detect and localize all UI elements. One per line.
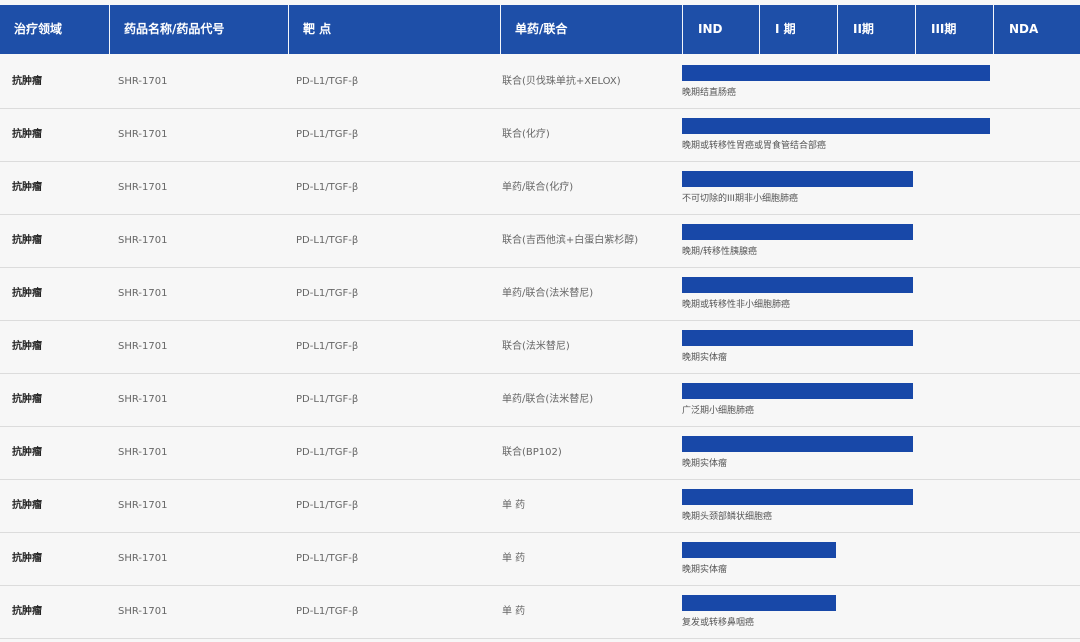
- header-phase-1: I 期: [775, 22, 796, 36]
- treatment-mode: 单药/联合(法米替尼): [502, 394, 594, 405]
- indication-label: 晚期或转移性非小细胞肺癌: [682, 300, 791, 310]
- header-target: 靶 点: [303, 22, 332, 36]
- drug-target: PD-L1/TGF-β: [296, 235, 359, 246]
- indication-label: 不可切除的III期非小细胞肺癌: [682, 194, 798, 204]
- drug-target: PD-L1/TGF-β: [296, 129, 359, 140]
- table-header: 治疗领域 药品名称/药品代号 靶 点 单药/联合 IND I 期 II期 III…: [0, 5, 1080, 54]
- drug-code: SHR-1701: [118, 500, 168, 511]
- drug-target: PD-L1/TGF-β: [296, 606, 359, 617]
- indication-label: 晚期实体瘤: [682, 565, 728, 575]
- treatment-mode: 联合(BP102): [502, 447, 562, 458]
- treatment-mode: 联合(吉西他滨+白蛋白紫杉醇): [502, 235, 639, 246]
- drug-code: SHR-1701: [118, 182, 168, 193]
- therapeutic-area: 抗肿瘤: [12, 606, 42, 617]
- drug-code: SHR-1701: [118, 553, 168, 564]
- progress-bar: [682, 489, 913, 505]
- header-phase-nda: NDA: [1009, 22, 1039, 36]
- drug-code: SHR-1701: [118, 235, 168, 246]
- indication-label: 晚期或转移性胃癌或胃食管结合部癌: [682, 141, 827, 151]
- drug-target: PD-L1/TGF-β: [296, 182, 359, 193]
- indication-label: 晚期结直肠癌: [682, 88, 737, 98]
- table-row: 抗肿瘤 SHR-1701 PD-L1/TGF-β 单药/联合(化疗) 不可切除的III期…: [0, 162, 1080, 215]
- indication-label: 广泛期小细胞肺癌: [682, 406, 755, 416]
- progress-bar: [682, 436, 913, 452]
- header-phase-2: II期: [853, 22, 874, 36]
- progress-bar: [682, 118, 990, 134]
- table-row: 抗肿瘤 SHR-1701 PD-L1/TGF-β 单 药复发或转移鼻咽癌: [0, 586, 1080, 639]
- table-row: 抗肿瘤 SHR-1701 PD-L1/TGF-β 联合(法米替尼) 晚期实体瘤: [0, 321, 1080, 374]
- treatment-mode: 联合(化疗): [502, 129, 550, 140]
- progress-bar: [682, 542, 836, 558]
- therapeutic-area: 抗肿瘤: [12, 235, 42, 246]
- header-drug: 药品名称/药品代号: [124, 22, 225, 36]
- therapeutic-area: 抗肿瘤: [12, 447, 42, 458]
- table-row: 抗肿瘤 SHR-1701 PD-L1/TGF-β 联合(BP102) 晚期实体瘤: [0, 427, 1080, 480]
- treatment-mode: 单药/联合(化疗): [502, 182, 574, 193]
- drug-code: SHR-1701: [118, 288, 168, 299]
- table-row: 抗肿瘤 SHR-1701 PD-L1/TGF-β 联合(化疗) 晚期或转移性胃癌或胃食管…: [0, 109, 1080, 162]
- treatment-mode: 单药/联合(法米替尼): [502, 288, 594, 299]
- header-phase-ind: IND: [698, 22, 723, 36]
- drug-code: SHR-1701: [118, 76, 168, 87]
- drug-target: PD-L1/TGF-β: [296, 447, 359, 458]
- therapeutic-area: 抗肿瘤: [12, 341, 42, 352]
- drug-code: SHR-1701: [118, 129, 168, 140]
- treatment-mode: 单 药: [502, 606, 526, 617]
- progress-bar: [682, 383, 913, 399]
- drug-target: PD-L1/TGF-β: [296, 553, 359, 564]
- therapeutic-area: 抗肿瘤: [12, 500, 42, 511]
- indication-label: 晚期实体瘤: [682, 353, 728, 363]
- progress-bar: [682, 595, 836, 611]
- drug-code: SHR-1701: [118, 606, 168, 617]
- drug-code: SHR-1701: [118, 394, 168, 405]
- progress-bar: [682, 224, 913, 240]
- drug-target: PD-L1/TGF-β: [296, 394, 359, 405]
- table-body: 抗肿瘤 SHR-1701 PD-L1/TGF-β 联合(贝伐珠单抗+XELOX) 晚期结…: [0, 56, 1080, 639]
- table-row: 抗肿瘤 SHR-1701 PD-L1/TGF-β 单药/联合(法米替尼) 广泛期小细胞肺…: [0, 374, 1080, 427]
- indication-label: 复发或转移鼻咽癌: [682, 618, 755, 628]
- drug-target: PD-L1/TGF-β: [296, 288, 359, 299]
- table-row: 抗肿瘤 SHR-1701 PD-L1/TGF-β 单 药晚期头颈部鳞状细胞癌: [0, 480, 1080, 533]
- indication-label: 晚期头颈部鳞状细胞癌: [682, 512, 773, 522]
- header-mode: 单药/联合: [515, 22, 568, 36]
- treatment-mode: 单 药: [502, 500, 526, 511]
- table-row: 抗肿瘤 SHR-1701 PD-L1/TGF-β 单药/联合(法米替尼) 晚期或转移性非…: [0, 268, 1080, 321]
- drug-code: SHR-1701: [118, 447, 168, 458]
- therapeutic-area: 抗肿瘤: [12, 182, 42, 193]
- therapeutic-area: 抗肿瘤: [12, 553, 42, 564]
- therapeutic-area: 抗肿瘤: [12, 76, 42, 87]
- therapeutic-area: 抗肿瘤: [12, 129, 42, 140]
- indication-label: 晚期/转移性胰腺癌: [682, 247, 758, 257]
- drug-target: PD-L1/TGF-β: [296, 341, 359, 352]
- header-phase-3: III期: [931, 22, 957, 36]
- table-row: 抗肿瘤 SHR-1701 PD-L1/TGF-β 联合(贝伐珠单抗+XELOX) 晚期结…: [0, 56, 1080, 109]
- progress-bar: [682, 330, 913, 346]
- header-area: 治疗领域: [14, 22, 63, 36]
- therapeutic-area: 抗肿瘤: [12, 394, 42, 405]
- progress-bar: [682, 277, 913, 293]
- drug-target: PD-L1/TGF-β: [296, 76, 359, 87]
- progress-bar: [682, 65, 990, 81]
- therapeutic-area: 抗肿瘤: [12, 288, 42, 299]
- progress-bar: [682, 171, 913, 187]
- treatment-mode: 单 药: [502, 553, 526, 564]
- table-row: 抗肿瘤 SHR-1701 PD-L1/TGF-β 联合(吉西他滨+白蛋白紫杉醇) 晚期/…: [0, 215, 1080, 268]
- pipeline-table: 治疗领域 药品名称/药品代号 靶 点 单药/联合 IND I 期 II期 III…: [0, 0, 1080, 642]
- drug-target: PD-L1/TGF-β: [296, 500, 359, 511]
- treatment-mode: 联合(贝伐珠单抗+XELOX): [502, 76, 621, 87]
- treatment-mode: 联合(法米替尼): [502, 341, 570, 352]
- table-row: 抗肿瘤 SHR-1701 PD-L1/TGF-β 单 药晚期实体瘤: [0, 533, 1080, 586]
- indication-label: 晚期实体瘤: [682, 459, 728, 469]
- drug-code: SHR-1701: [118, 341, 168, 352]
